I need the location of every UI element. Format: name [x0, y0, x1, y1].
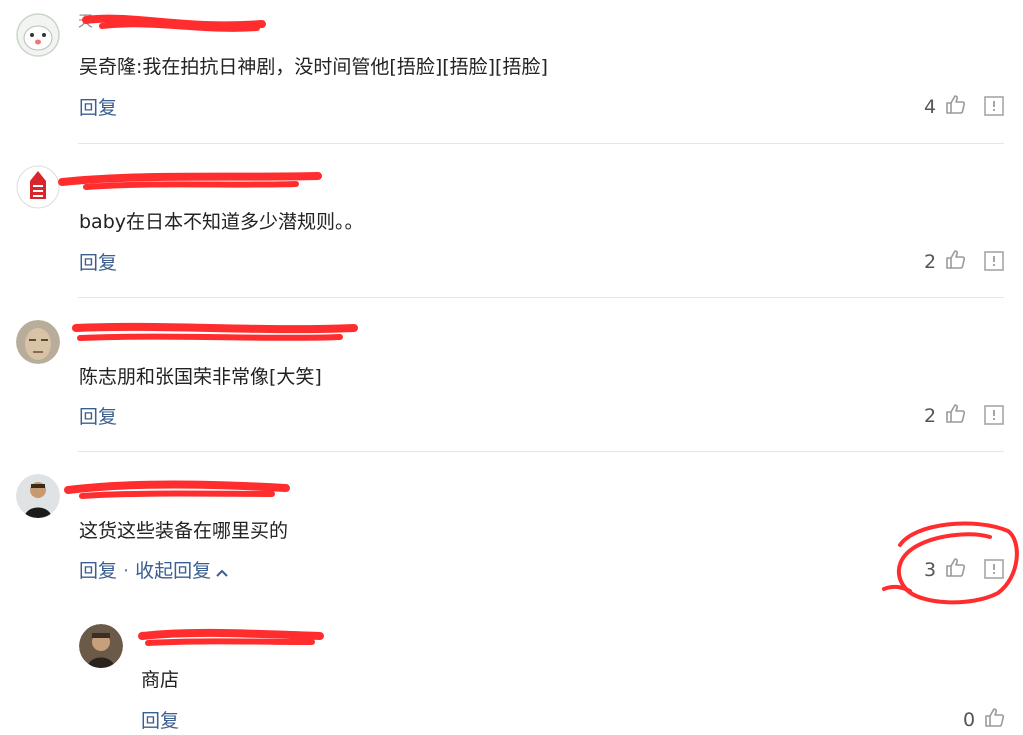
- divider: [78, 297, 1004, 298]
- reply-button[interactable]: 回复: [79, 406, 117, 428]
- like-button[interactable]: 2: [924, 248, 966, 275]
- like-button[interactable]: 0: [963, 706, 1005, 733]
- comment-text: 陈志朋和张国荣非常像[大笑]: [79, 366, 322, 388]
- reply-button[interactable]: 回复: [79, 97, 117, 119]
- username-redacted: [62, 476, 292, 499]
- like-count: 0: [963, 708, 976, 731]
- thumbs-up-icon: [944, 248, 966, 275]
- username-redacted: 天: [72, 10, 272, 32]
- avatar[interactable]: [16, 165, 60, 209]
- comment-actions: 回复 · 收起回复: [79, 556, 229, 583]
- comment-actions: 回复: [79, 402, 117, 429]
- report-icon[interactable]: [984, 96, 1004, 116]
- reply-button[interactable]: 回复: [79, 252, 117, 274]
- thumbs-up-icon: [983, 706, 1005, 733]
- avatar[interactable]: [16, 320, 60, 364]
- like-count: 4: [924, 95, 937, 118]
- comment-actions: 回复: [141, 706, 179, 733]
- like-button[interactable]: 4: [924, 93, 966, 120]
- comment-actions: 回复: [79, 248, 117, 275]
- username-redacted: [56, 168, 326, 190]
- divider: [78, 451, 1004, 452]
- report-icon[interactable]: [984, 405, 1004, 425]
- avatar[interactable]: [79, 624, 123, 668]
- divider: [78, 143, 1004, 144]
- chevron-up-icon: [215, 561, 229, 583]
- comment-text: baby在日本不知道多少潜规则。。: [79, 211, 364, 233]
- avatar[interactable]: [16, 13, 60, 57]
- like-button[interactable]: 2: [924, 402, 966, 429]
- comment-text: 吴奇隆:我在拍抗日神剧，没时间管他[捂脸][捂脸][捂脸]: [79, 56, 548, 78]
- comment-text: 这货这些装备在哪里买的: [79, 520, 289, 542]
- like-count: 2: [924, 404, 937, 427]
- comment-text: 商店: [141, 669, 180, 691]
- reply-button[interactable]: 回复: [79, 560, 117, 582]
- report-icon[interactable]: [984, 251, 1004, 271]
- like-count: 2: [924, 250, 937, 273]
- thumbs-up-icon: [944, 93, 966, 120]
- reply-button[interactable]: 回复: [141, 710, 179, 732]
- separator-dot: ·: [123, 560, 130, 582]
- collapse-replies-label: 收起回复: [135, 560, 212, 582]
- comment-actions: 回复: [79, 93, 117, 120]
- username-redacted: [70, 320, 360, 341]
- avatar[interactable]: [16, 474, 60, 518]
- thumbs-up-icon: [944, 402, 966, 429]
- collapse-replies-button[interactable]: 收起回复: [135, 560, 229, 582]
- annotation-circle: [880, 515, 1023, 614]
- username-redacted: [136, 626, 326, 646]
